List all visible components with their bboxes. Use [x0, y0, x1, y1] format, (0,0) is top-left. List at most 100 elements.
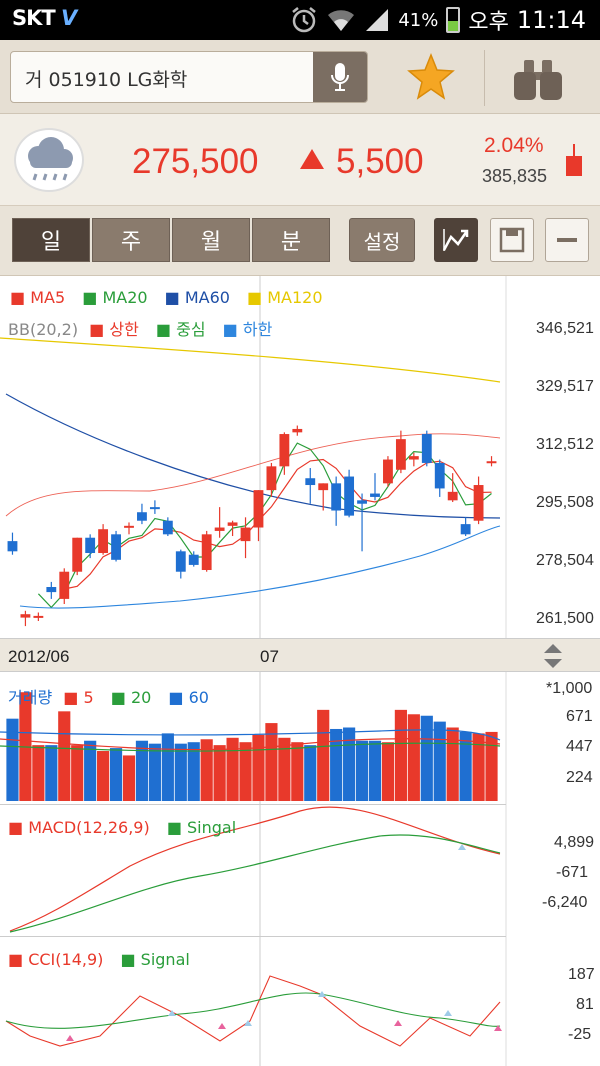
volume-bar — [97, 751, 110, 801]
macd-legend: ■ MACD(12,26,9) ■ Singal — [8, 818, 237, 837]
price-tick: 346,521 — [536, 320, 594, 337]
volume-bar — [446, 727, 459, 801]
save-button[interactable] — [490, 218, 534, 262]
minimize-button[interactable] — [545, 218, 589, 262]
ampm-label: 오후 — [468, 10, 509, 35]
volume-bar — [45, 745, 58, 801]
candle-body — [292, 428, 303, 433]
ma120-line — [0, 337, 501, 383]
candle-body — [188, 554, 199, 565]
candle-body — [331, 483, 342, 511]
volume-bar — [459, 731, 472, 801]
search-value: 거 051910 LG화학 — [25, 69, 188, 91]
tab-minute[interactable]: 분 — [252, 218, 330, 262]
volume-bar — [355, 740, 369, 801]
candle-body — [266, 466, 277, 491]
settings-button[interactable]: 설정 — [349, 218, 415, 262]
volume-bar — [317, 709, 330, 801]
volume-bar — [472, 733, 485, 801]
candle-body — [85, 537, 96, 554]
candle-body — [175, 551, 186, 572]
header-divider — [484, 50, 485, 106]
candle-body — [124, 525, 134, 528]
change-percent: 2.04% — [484, 134, 544, 157]
volume-bar — [433, 721, 446, 801]
candle-body — [149, 507, 160, 510]
voice-search-button[interactable] — [313, 52, 367, 102]
candle-body — [434, 462, 445, 489]
macd-signal-line — [9, 834, 501, 933]
scroll-arrows-icon[interactable] — [542, 641, 564, 671]
candle-body — [20, 614, 31, 618]
alarm-icon — [292, 7, 317, 33]
trade-volume: 385,835 — [482, 166, 548, 186]
signal-marker — [444, 1010, 452, 1016]
quote-summary: 275,500 5,500 2.04% 385,835 — [0, 114, 600, 206]
candle-body — [72, 537, 83, 572]
candle-body — [98, 529, 109, 554]
ma-legend: ■ MA5 ■ MA20 ■ MA60 ■ MA120 — [10, 288, 335, 307]
candle-body — [279, 434, 290, 467]
cci-legend: ■ CCI(14,9) ■ Signal — [8, 950, 190, 969]
current-price: 275,500 — [132, 142, 259, 181]
battery-icon — [446, 7, 461, 33]
candle-body — [253, 490, 264, 528]
favorite-star-icon[interactable] — [406, 52, 456, 102]
date-label-mid: 07 — [260, 647, 279, 666]
cci-tick: -25 — [568, 1026, 592, 1043]
signal-marker — [66, 1035, 74, 1041]
cci-signal-line — [5, 992, 501, 1029]
signal-marker — [394, 1020, 402, 1026]
candle-body — [137, 512, 147, 521]
price-tick: 295,508 — [536, 494, 594, 511]
stock-chart[interactable]: ■ MA5 ■ MA20 ■ MA60 ■ MA120 BB(20,2) ■ 상… — [0, 276, 600, 1066]
tab-monthly[interactable]: 월 — [172, 218, 250, 262]
candle-body — [318, 483, 329, 491]
volume-bar — [381, 742, 395, 801]
carrier-label: SKT V — [12, 6, 77, 30]
up-triangle-icon — [300, 149, 324, 169]
cci-tick: 81 — [576, 996, 594, 1013]
bb-legend: BB(20,2) ■ 상한 ■ 중심 ■ 하한 — [8, 320, 273, 339]
mini-candle-icon — [566, 144, 582, 176]
price-tick: 261,500 — [536, 610, 594, 627]
binoculars-icon[interactable] — [510, 58, 566, 102]
tab-daily[interactable]: 일 — [12, 218, 90, 262]
candle-body — [395, 439, 406, 470]
panel-divider — [0, 804, 506, 805]
volume-tick: 224 — [566, 769, 593, 786]
volume-legend: 거래량 ■ 5 ■ 20 ■ 60 — [8, 688, 209, 707]
candle-body — [227, 522, 238, 526]
volume-bar — [200, 739, 213, 801]
volume-bar — [109, 748, 123, 801]
volume-bar — [58, 711, 71, 801]
candle-body — [421, 434, 432, 463]
candle-body — [344, 476, 355, 516]
clock: 11:14 — [516, 6, 586, 34]
tab-weekly[interactable]: 주 — [92, 218, 170, 262]
volume-bar — [148, 743, 161, 801]
price-tick: 278,504 — [536, 552, 594, 569]
stock-search-input[interactable]: 거 051910 LG화학 — [10, 51, 368, 103]
candle-body — [305, 478, 316, 486]
candle-body — [162, 520, 173, 535]
volume-bar — [252, 734, 265, 801]
volume-bar — [368, 740, 382, 801]
volume-tick: 447 — [566, 738, 593, 755]
date-axis: 2012/06 07 — [0, 638, 600, 672]
battery-percent: 41% — [398, 9, 439, 31]
volume-bar — [407, 714, 420, 801]
candle-body — [59, 571, 70, 599]
candle-body — [7, 541, 18, 552]
candle-body — [214, 527, 225, 531]
candle-body — [383, 459, 393, 484]
macd-tick: -6,240 — [542, 894, 588, 911]
candle-body — [201, 534, 212, 571]
price-change: 5,500 — [300, 142, 424, 182]
candle-body — [408, 456, 419, 460]
status-bar: SKT V 41% 오후 11:14 — [0, 0, 600, 40]
chart-type-button[interactable] — [434, 218, 478, 262]
wifi-icon — [328, 10, 355, 32]
weather-cloud-rain-icon — [14, 128, 84, 192]
volume-tick: 671 — [566, 708, 593, 725]
